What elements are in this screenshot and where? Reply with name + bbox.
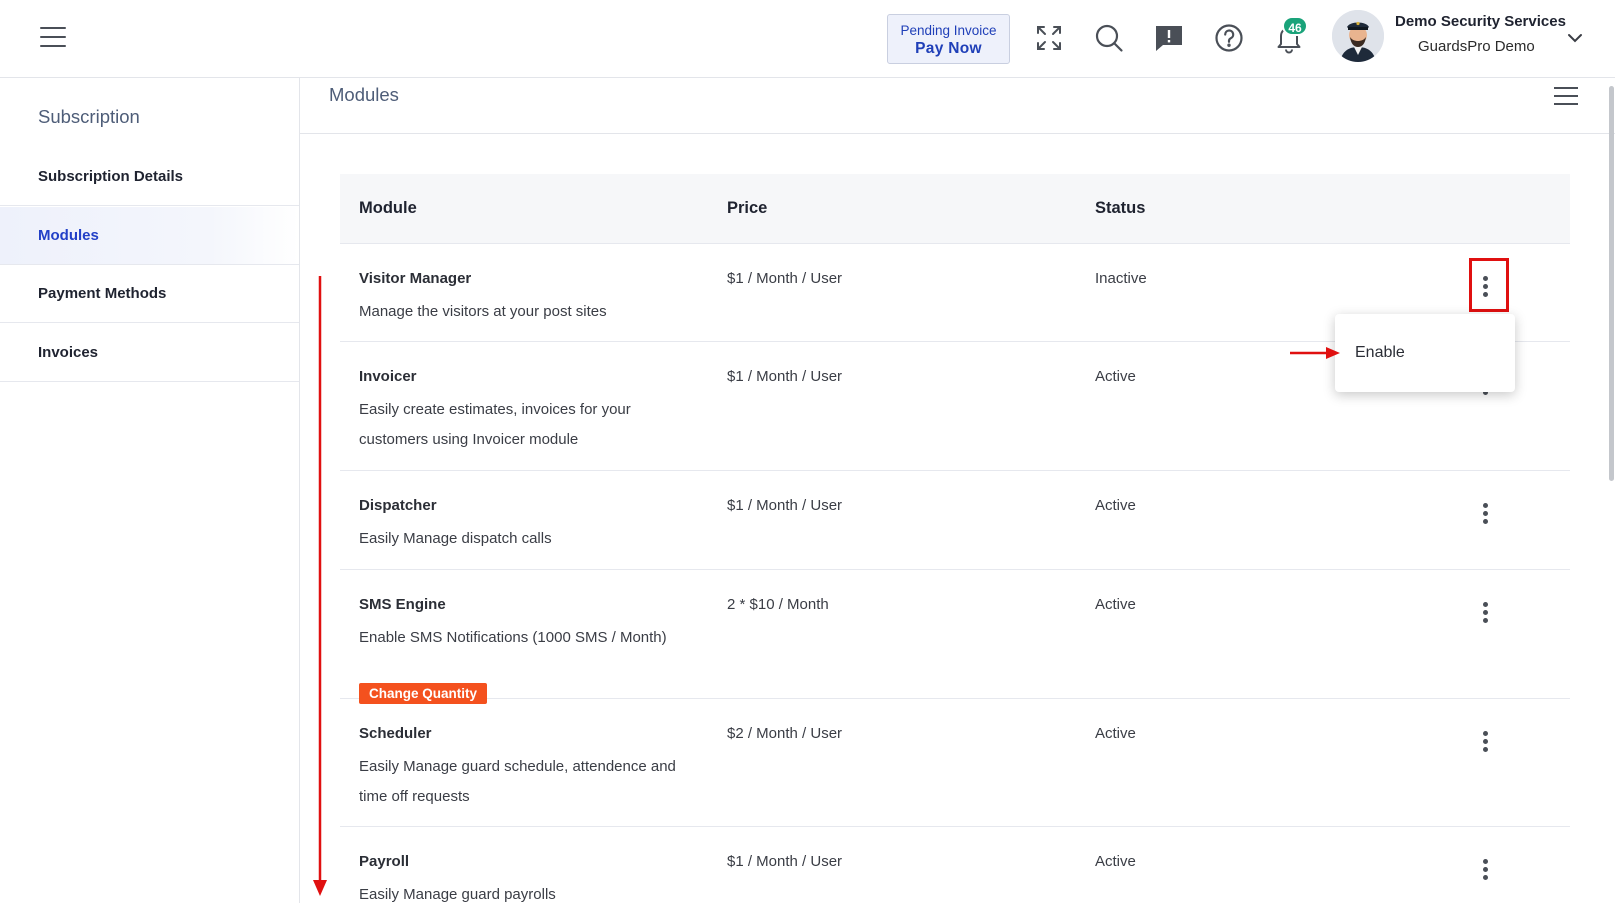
scroll-down-arrow [313,276,327,896]
module-status: Active [1095,853,1136,870]
pay-now-button[interactable]: Pending Invoice Pay Now [887,14,1010,64]
sidebar: Subscription Subscription Details Module… [0,78,300,903]
top-bar: Pending Invoice Pay Now 46 Demo Security… [0,0,1615,78]
search-icon[interactable] [1093,22,1125,54]
table-row: Payroll Easily Manage guard payrolls $1 … [340,827,1570,903]
module-status: Active [1095,596,1136,613]
pay-now-label: Pay Now [915,40,982,57]
column-header-status: Status [1095,199,1146,217]
menu-icon[interactable] [40,27,66,49]
module-price: $1 / Month / User [727,853,843,870]
list-menu-icon[interactable] [1554,87,1578,107]
module-name: Payroll [359,853,410,870]
module-price: $1 / Month / User [727,368,843,385]
module-price: 2 * $10 / Month [727,596,829,613]
more-options-icon[interactable] [1478,731,1492,755]
table-header: Module Price Status [340,174,1570,244]
pending-invoice-label: Pending Invoice [900,23,997,38]
more-options-icon[interactable] [1478,503,1492,527]
module-name: SMS Engine [359,596,446,613]
scrollbar[interactable] [1609,86,1614,481]
module-description: Easily Manage guard payrolls [359,886,556,903]
module-description: Enable SMS Notifications (1000 SMS / Mon… [359,629,667,646]
feedback-icon[interactable] [1153,22,1185,54]
highlight-box [1469,258,1509,312]
module-name: Dispatcher [359,497,437,514]
module-price: $1 / Month / User [727,497,843,514]
module-status: Active [1095,725,1136,742]
table-row: SMS Engine Enable SMS Notifications (100… [340,570,1570,704]
sidebar-item-modules[interactable]: Modules [0,207,299,265]
table-row: Dispatcher Easily Manage dispatch calls … [340,471,1570,570]
sidebar-item-payment-methods[interactable]: Payment Methods [0,265,299,323]
row-actions-menu: Enable [1335,314,1515,392]
sidebar-item-invoices[interactable]: Invoices [0,324,299,382]
module-price: $2 / Month / User [727,725,843,742]
module-name: Visitor Manager [359,270,472,287]
user-name[interactable]: Demo Security Services [1395,13,1566,30]
fullscreen-icon[interactable] [1033,22,1065,54]
module-description: Manage the visitors at your post sites [359,303,607,320]
module-description: Easily Manage dispatch calls [359,530,552,547]
module-price: $1 / Month / User [727,270,843,287]
notification-badge: 46 [1282,16,1308,36]
module-status: Active [1095,368,1136,385]
pointer-arrow [1290,347,1340,359]
user-company: GuardsPro Demo [1418,38,1535,55]
avatar[interactable] [1332,10,1384,62]
enable-menu-item[interactable]: Enable [1355,344,1405,362]
more-options-icon[interactable] [1478,602,1492,626]
chevron-down-icon[interactable] [1566,29,1584,47]
page-title: Modules [329,84,399,105]
header-divider [300,133,1615,134]
module-description: Easily create estimates, invoices for yo… [359,401,631,448]
module-name: Invoicer [359,368,417,385]
more-options-icon[interactable] [1478,859,1492,883]
sidebar-title: Subscription [38,106,140,127]
module-status: Active [1095,497,1136,514]
module-name: Scheduler [359,725,432,742]
module-description: Easily Manage guard schedule, attendence… [359,758,676,805]
table-row: Scheduler Easily Manage guard schedule, … [340,699,1570,827]
column-header-module: Module [359,199,417,217]
help-icon[interactable] [1213,22,1245,54]
column-header-price: Price [727,199,768,217]
module-status: Inactive [1095,270,1147,287]
sidebar-item-subscription-details[interactable]: Subscription Details [0,148,299,206]
